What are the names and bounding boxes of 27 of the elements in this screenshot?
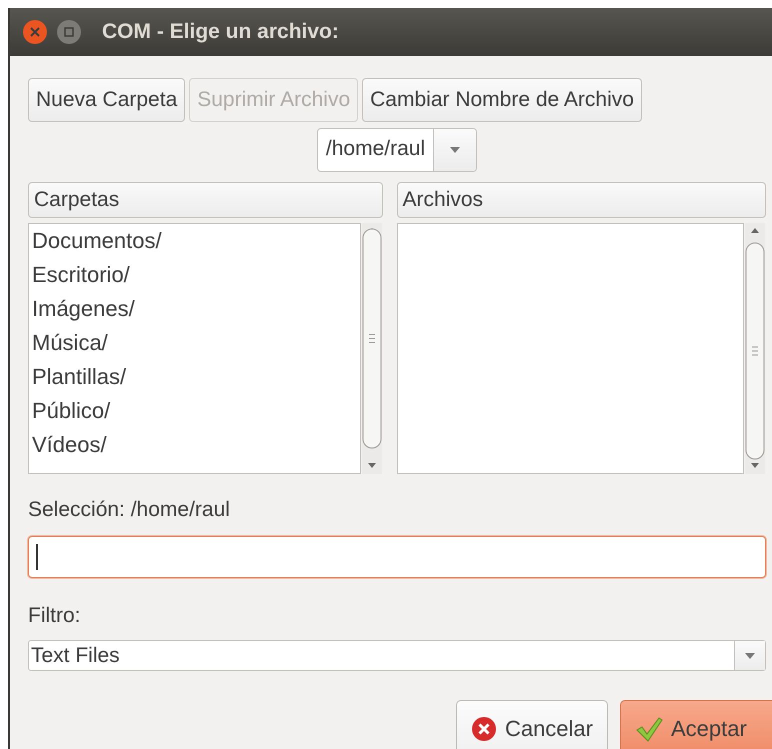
cancel-button[interactable]: Cancelar [456,700,608,749]
toolbar-button[interactable]: Nueva Carpeta [28,78,186,122]
folder-item[interactable]: Documentos/ [29,224,360,258]
column-header[interactable]: Carpetas [28,182,383,218]
scrollbar[interactable] [744,223,766,474]
folder-item[interactable]: Imágenes/ [29,292,360,326]
column-header[interactable]: Archivos [396,182,766,218]
filter-label: Filtro: [28,604,82,628]
folder-item[interactable]: Público/ [29,394,360,428]
folder-item[interactable]: Escritorio/ [29,258,360,292]
scrollbar[interactable] [360,223,383,474]
folder-item[interactable]: Vídeos/ [29,428,360,462]
window-title: COM - Elige un archivo: [102,20,339,44]
dropdown-arrow-icon [744,652,756,660]
toolbar-button[interactable]: Cambiar Nombre de Archivo [362,78,642,122]
folder-item[interactable]: Música/ [29,326,360,360]
close-icon[interactable] [22,19,48,45]
filter-dropdown[interactable]: Text Files [28,640,766,671]
selection-label: Selección: /home/raul [28,498,231,522]
checkmark-icon [635,716,663,742]
accept-button[interactable]: Aceptar [620,700,772,749]
folder-item[interactable]: Plantillas/ [29,360,360,394]
filename-field[interactable] [28,536,766,578]
cancel-icon [470,716,497,742]
maximize-icon[interactable] [56,19,82,45]
dropdown-arrow-icon [449,146,462,154]
path-dropdown[interactable]: /home/raul [316,128,478,172]
